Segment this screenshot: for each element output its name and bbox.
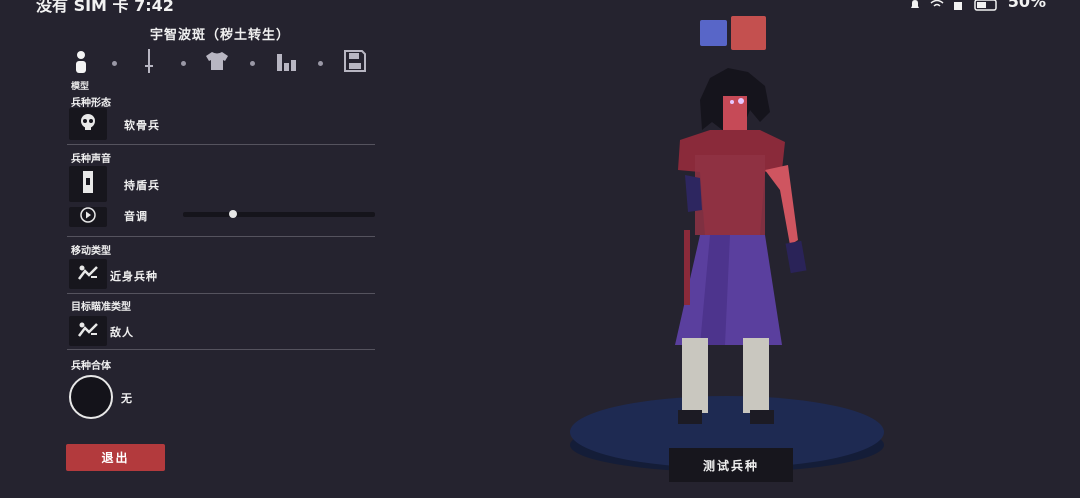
wifi-icon bbox=[930, 0, 944, 8]
movement-value: 近身兵种 bbox=[110, 270, 158, 283]
divider bbox=[67, 144, 375, 145]
divider bbox=[67, 349, 375, 350]
pitch-slider[interactable] bbox=[183, 210, 375, 218]
tab-weapon[interactable] bbox=[136, 48, 162, 78]
tab-stats[interactable] bbox=[274, 50, 300, 76]
voice-section-label: 兵种声音 bbox=[71, 154, 111, 165]
status-indicators: 50% bbox=[908, 0, 1046, 11]
melee-unit-icon bbox=[77, 263, 99, 285]
tab-separator-dot bbox=[181, 61, 186, 66]
test-unit-button[interactable]: 测试兵种 bbox=[669, 448, 793, 482]
tab-separator-dot bbox=[250, 61, 255, 66]
sword-icon bbox=[144, 48, 154, 78]
editor-tabs bbox=[68, 48, 373, 80]
exit-button[interactable]: 退出 bbox=[66, 444, 165, 471]
form-select-button[interactable] bbox=[69, 108, 107, 140]
tab-clothing[interactable] bbox=[204, 50, 230, 76]
form-value: 软骨兵 bbox=[124, 119, 160, 132]
pitch-play-button[interactable] bbox=[69, 207, 107, 227]
pitch-slider-thumb[interactable] bbox=[228, 210, 237, 218]
status-carrier-time: 没有 SIM 卡 7:42 bbox=[36, 0, 174, 15]
unit-preview bbox=[560, 60, 900, 480]
targeting-select-button[interactable] bbox=[69, 316, 107, 346]
combine-select-button[interactable] bbox=[69, 375, 113, 419]
divider bbox=[67, 293, 375, 294]
battery-icon bbox=[973, 0, 1000, 11]
shield-icon bbox=[81, 170, 95, 198]
battery-percent: 50% bbox=[1007, 0, 1046, 11]
skull-icon bbox=[78, 112, 98, 136]
team-blue-swatch[interactable] bbox=[700, 20, 727, 46]
targeting-value: 敌人 bbox=[110, 326, 134, 339]
tab-separator-dot bbox=[112, 61, 117, 66]
targeting-section-label: 目标瞄准类型 bbox=[71, 302, 131, 313]
target-unit-icon bbox=[77, 320, 99, 342]
tab-separator-dot bbox=[318, 61, 323, 66]
tab-save[interactable] bbox=[342, 50, 368, 76]
tab-model[interactable] bbox=[68, 50, 94, 76]
floppy-icon bbox=[343, 49, 367, 77]
voice-select-button[interactable] bbox=[69, 166, 107, 202]
person-icon bbox=[73, 49, 89, 77]
team-red-swatch[interactable] bbox=[731, 16, 766, 50]
divider bbox=[67, 236, 375, 237]
movement-section-label: 移动类型 bbox=[71, 246, 111, 257]
combine-value: 无 bbox=[121, 392, 133, 405]
pitch-label: 音调 bbox=[124, 210, 148, 223]
shirt-icon bbox=[205, 51, 229, 75]
unit-title: 宇智波斑（秽土转生） bbox=[150, 28, 291, 43]
form-section-label: 兵种形态 bbox=[71, 98, 111, 109]
mute-bell-icon bbox=[908, 0, 922, 8]
play-icon bbox=[80, 207, 96, 227]
bars-icon bbox=[276, 51, 298, 75]
movement-select-button[interactable] bbox=[69, 259, 107, 289]
lock-icon bbox=[952, 0, 966, 10]
active-tab-label: 模型 bbox=[71, 82, 90, 92]
combine-section-label: 兵种合体 bbox=[71, 361, 111, 372]
voice-value: 持盾兵 bbox=[124, 179, 160, 192]
